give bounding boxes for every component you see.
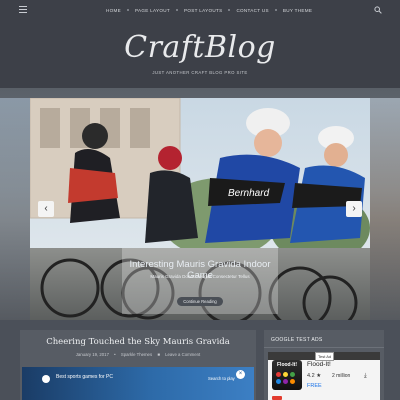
ad-downloads: 2 million [332,373,351,379]
widget-divider [264,347,384,348]
ad-rating: 4.2 ★ [307,373,321,379]
color-dot [290,379,295,384]
color-dot [283,379,288,384]
color-dot [276,372,281,377]
main-menu: Home Page Layout Post Layouts Contact Us… [100,0,318,20]
widget-title: Google Test Ads [271,337,323,343]
slide-excerpt: Mauris Gravida Donec Feugiat Consectetur… [150,274,250,279]
sidebar-widget: Google Test Ads Test Ad Flood-It! Flood-… [264,330,384,400]
post-comment-link[interactable]: Leave a Comment [163,352,202,357]
nav-item-home[interactable]: Home [100,8,127,13]
post-category[interactable]: Sparkle Themes [119,352,154,357]
search-icon[interactable] [374,6,382,14]
post-card: Cheering Touched the Sky Mauris Gravida … [20,330,256,400]
featured-slider: Bernhard ‹ › Interesting Mauris Gravida … [30,98,370,320]
nav-item-contact-us[interactable]: Contact Us [230,8,274,13]
slide-caption: Interesting Mauris Gravida Indoor Game M… [122,248,278,314]
test-ad-label: Test Ad [315,352,335,361]
top-navigation: Home Page Layout Post Layouts Contact Us… [0,0,400,20]
color-dot [283,372,288,377]
rating-value: 4.2 [307,373,315,379]
post-date[interactable]: January 19, 2017 [74,352,111,357]
site-header: CraftBlog Just another Craft Blog Pro si… [0,20,400,88]
color-dot [276,379,281,384]
app-icon-text: Flood-It! [277,362,297,368]
hamburger-icon[interactable] [19,6,27,13]
ad-install-button[interactable] [272,396,282,400]
chevron-left-icon: ‹ [44,203,48,214]
ad-unit[interactable]: Test Ad Flood-It! Flood-It! 4.2 ★ 2 mill… [268,352,380,400]
comment-icon: ■ [157,352,160,357]
download-icon[interactable]: ⤓ [364,373,367,380]
nav-item-buy-theme[interactable]: Buy Theme [277,8,318,13]
game-logo-icon [42,375,50,383]
flood-it-app-icon[interactable]: Flood-It! [272,360,302,390]
post-image-button[interactable]: Search to play [208,376,235,381]
nav-item-post-layouts[interactable]: Post Layouts [178,8,228,13]
ad-app-name[interactable]: Flood-It! [307,361,331,368]
color-dot [290,372,295,377]
chevron-right-icon: › [352,203,356,214]
slider-next-button[interactable]: › [346,201,362,217]
ad-price[interactable]: FREE [307,383,322,389]
close-icon[interactable]: × [236,370,245,379]
star-icon: ★ [316,373,322,379]
site-tagline: Just another Craft Blog Pro site [152,70,248,75]
svg-text:Bernhard: Bernhard [228,188,270,199]
post-featured-image[interactable]: Best sports games for PC Search to play … [22,367,254,400]
meta-separator: • [114,352,116,357]
slider-peek-left [0,98,30,320]
slider-prev-button[interactable]: ‹ [38,201,54,217]
post-image-text: Best sports games for PC [56,374,113,380]
nav-item-page-layout[interactable]: Page Layout [129,8,176,13]
site-logo[interactable]: CraftBlog [0,30,400,65]
slider-peek-right [370,98,400,320]
continue-reading-button[interactable]: Continue Reading [177,297,223,306]
post-title[interactable]: Cheering Touched the Sky Mauris Gravida [20,337,256,347]
post-meta: January 19, 2017 • Sparkle Themes ■ Leav… [20,352,256,357]
